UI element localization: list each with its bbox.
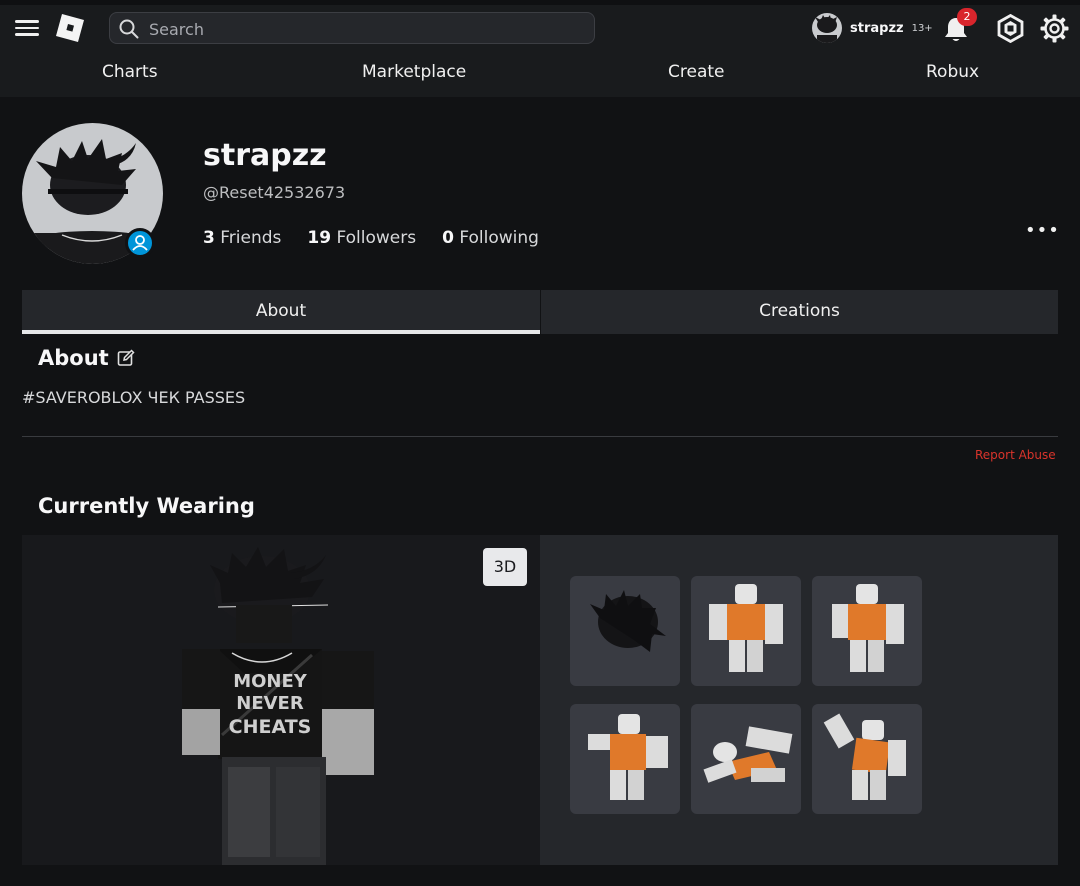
nav-link-charts[interactable]: Charts <box>102 62 158 82</box>
svg-text:MONEY: MONEY <box>233 671 308 692</box>
wearing-item-hair[interactable] <box>570 576 680 686</box>
view-3d-button[interactable]: 3D <box>483 548 527 586</box>
about-heading: About <box>38 346 135 370</box>
nav-link-create[interactable]: Create <box>668 62 725 82</box>
currently-wearing-heading: Currently Wearing <box>38 494 255 518</box>
about-description: #SAVEROBLOX ЧЕК PASSES <box>22 388 246 407</box>
wearing-item-animation[interactable] <box>570 704 680 814</box>
profile-stats: 3 Friends 19 Followers 0 Following <box>203 228 565 248</box>
search-icon <box>119 19 139 39</box>
avatar-figure: MONEY NEVER CHEATS <box>182 547 374 865</box>
profile-display-name: strapzz <box>203 138 327 173</box>
friends-count: 3 <box>203 228 215 248</box>
followers-count: 19 <box>307 228 332 248</box>
wearing-item-animation[interactable] <box>812 576 922 686</box>
about-title: About <box>38 346 109 370</box>
tab-creations[interactable]: Creations <box>541 290 1058 334</box>
wearing-item-animation[interactable] <box>812 704 922 814</box>
section-divider <box>22 436 1058 437</box>
svg-text:CHEATS: CHEATS <box>229 716 312 738</box>
avatar-preview-panel[interactable]: MONEY NEVER CHEATS <box>22 535 540 865</box>
notification-badge: 2 <box>957 8 977 26</box>
following-count: 0 <box>442 228 454 248</box>
svg-text:NEVER: NEVER <box>236 693 304 714</box>
report-abuse-link[interactable]: Report Abuse <box>975 448 1056 462</box>
online-presence-icon <box>125 228 155 258</box>
search-input[interactable] <box>147 16 581 42</box>
header-strip <box>0 0 1080 5</box>
tab-about[interactable]: About <box>22 290 540 334</box>
nav-link-robux[interactable]: Robux <box>926 62 979 82</box>
user-menu[interactable]: strapzz 13+ <box>812 13 933 43</box>
search-bar[interactable] <box>109 12 595 44</box>
avatar <box>812 13 842 43</box>
followers-label: Followers <box>336 228 417 248</box>
following-stat[interactable]: 0 Following <box>442 228 539 248</box>
followers-stat[interactable]: 19 Followers <box>307 228 416 248</box>
menu-icon[interactable] <box>15 17 39 39</box>
friends-label: Friends <box>220 228 282 248</box>
age-badge: 13+ <box>911 22 933 34</box>
friends-stat[interactable]: 3 Friends <box>203 228 281 248</box>
edit-icon[interactable] <box>117 349 135 367</box>
wearing-item-animation[interactable] <box>691 576 801 686</box>
following-label: Following <box>459 228 539 248</box>
nav-link-marketplace[interactable]: Marketplace <box>362 62 466 82</box>
profile-username: @Reset42532673 <box>203 183 346 202</box>
more-options-icon[interactable]: ••• <box>1025 220 1059 241</box>
robux-icon[interactable] <box>996 13 1025 44</box>
roblox-logo-icon[interactable] <box>54 12 86 44</box>
gear-icon[interactable] <box>1040 14 1069 43</box>
user-name: strapzz <box>850 20 904 36</box>
wearing-item-animation[interactable] <box>691 704 801 814</box>
